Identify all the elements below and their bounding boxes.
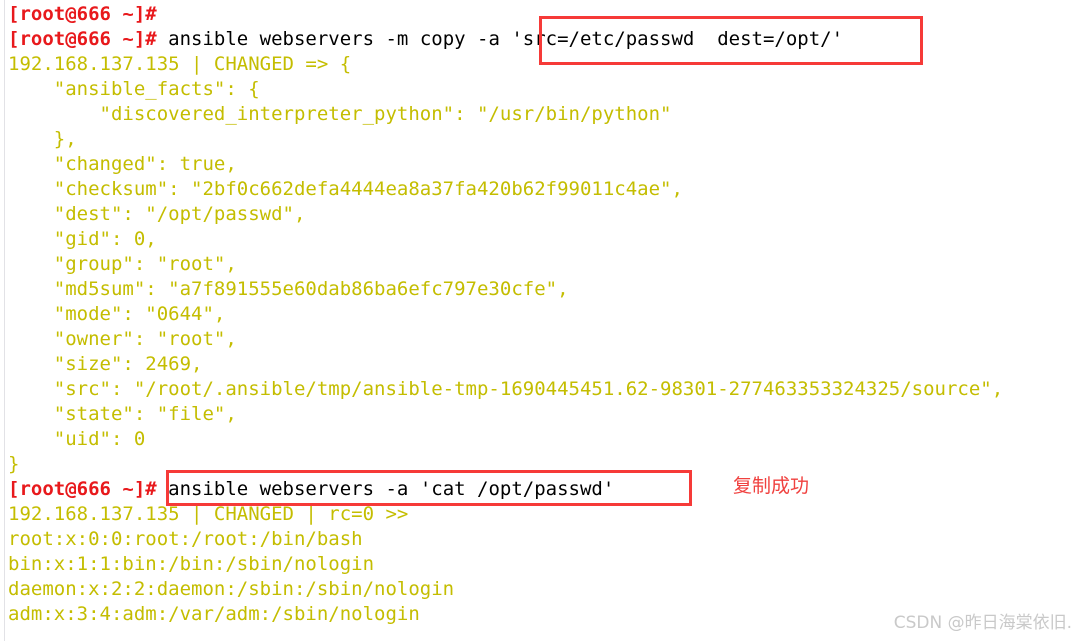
output-text: adm:x:3:4:adm:/var/adm:/sbin/nologin — [8, 603, 420, 625]
terminal-output-line: "changed": true, — [8, 152, 1078, 177]
terminal-output-line: "gid": 0, — [8, 227, 1078, 252]
terminal-output-line: "group": "root", — [8, 252, 1078, 277]
terminal-output-line: "uid": 0 — [8, 427, 1078, 452]
shell-prompt: [root@666 ~]# — [8, 28, 157, 50]
output-text: "owner": "root", — [8, 328, 237, 350]
terminal-output-line: "md5sum": "a7f891555e60dab86ba6efc797e30… — [8, 277, 1078, 302]
output-text: "uid": 0 — [8, 428, 146, 450]
output-text: 192.168.137.135 | CHANGED | rc=0 >> — [8, 503, 409, 525]
shell-prompt: [root@666 ~]# — [8, 3, 157, 25]
terminal-output-line: root:x:0:0:root:/root:/bin/bash — [8, 527, 1078, 552]
shell-command-text: ansible webservers -a 'cat /opt/passwd' — [156, 478, 615, 500]
terminal-output-line: "ansible_facts": { — [8, 77, 1078, 102]
terminal-output-line: bin:x:1:1:bin:/bin:/sbin/nologin — [8, 552, 1078, 577]
output-text: "dest": "/opt/passwd", — [8, 203, 306, 225]
terminal-command-line: [root@666 ~]# ansible webservers -m copy… — [8, 27, 1078, 52]
output-text: root:x:0:0:root:/root:/bin/bash — [8, 528, 363, 550]
terminal-output-line: 192.168.137.135 | CHANGED | rc=0 >> — [8, 502, 1078, 527]
output-text: } — [8, 453, 20, 475]
output-text: 192.168.137.135 | CHANGED => { — [8, 53, 352, 75]
terminal-output-line: "dest": "/opt/passwd", — [8, 202, 1078, 227]
annotation-copy-success: 复制成功 — [733, 475, 810, 497]
terminal-output-line: "src": "/root/.ansible/tmp/ansible-tmp-1… — [8, 377, 1078, 402]
terminal-output-line: "owner": "root", — [8, 327, 1078, 352]
output-text: }, — [8, 128, 77, 150]
output-text: "group": "root", — [8, 253, 237, 275]
output-text: "src": "/root/.ansible/tmp/ansible-tmp-1… — [8, 378, 1004, 400]
shell-prompt: [root@666 ~]# — [8, 478, 157, 500]
output-text: "gid": 0, — [8, 228, 157, 250]
terminal-output-line: "state": "file", — [8, 402, 1078, 427]
output-text: "changed": true, — [8, 153, 237, 175]
terminal-output-line: daemon:x:2:2:daemon:/sbin:/sbin/nologin — [8, 577, 1078, 602]
terminal-output-line: "size": 2469, — [8, 352, 1078, 377]
terminal-output-line: "mode": "0644", — [8, 302, 1078, 327]
terminal-output-line: 192.168.137.135 | CHANGED => { — [8, 52, 1078, 77]
output-text: "ansible_facts": { — [8, 78, 260, 100]
terminal-command-line: [root@666 ~]# ansible webservers -a 'cat… — [8, 477, 1078, 502]
terminal-output-area[interactable]: [root@666 ~]# [root@666 ~]# ansible webse… — [8, 2, 1078, 627]
shell-command-text: ansible webservers -m copy -a 'src=/etc/… — [156, 28, 844, 50]
output-text: "discovered_interpreter_python": "/usr/b… — [8, 103, 672, 125]
terminal-output-line: "discovered_interpreter_python": "/usr/b… — [8, 102, 1078, 127]
output-text: "mode": "0644", — [8, 303, 226, 325]
output-text: bin:x:1:1:bin:/bin:/sbin/nologin — [8, 553, 375, 575]
terminal-command-line: [root@666 ~]# — [8, 2, 1078, 27]
output-text: "state": "file", — [8, 403, 237, 425]
output-text: daemon:x:2:2:daemon:/sbin:/sbin/nologin — [8, 578, 455, 600]
terminal-output-line: } — [8, 452, 1078, 477]
output-text: "checksum": "2bf0c662defa4444ea8a37fa420… — [8, 178, 683, 200]
left-edge-rule — [4, 0, 5, 641]
terminal-output-line: }, — [8, 127, 1078, 152]
terminal-output-line: "checksum": "2bf0c662defa4444ea8a37fa420… — [8, 177, 1078, 202]
output-text: "size": 2469, — [8, 353, 203, 375]
csdn-watermark: CSDN @昨日海棠依旧. — [893, 613, 1072, 633]
terminal-screenshot: [root@666 ~]# [root@666 ~]# ansible webse… — [0, 0, 1086, 641]
output-text: "md5sum": "a7f891555e60dab86ba6efc797e30… — [8, 278, 569, 300]
